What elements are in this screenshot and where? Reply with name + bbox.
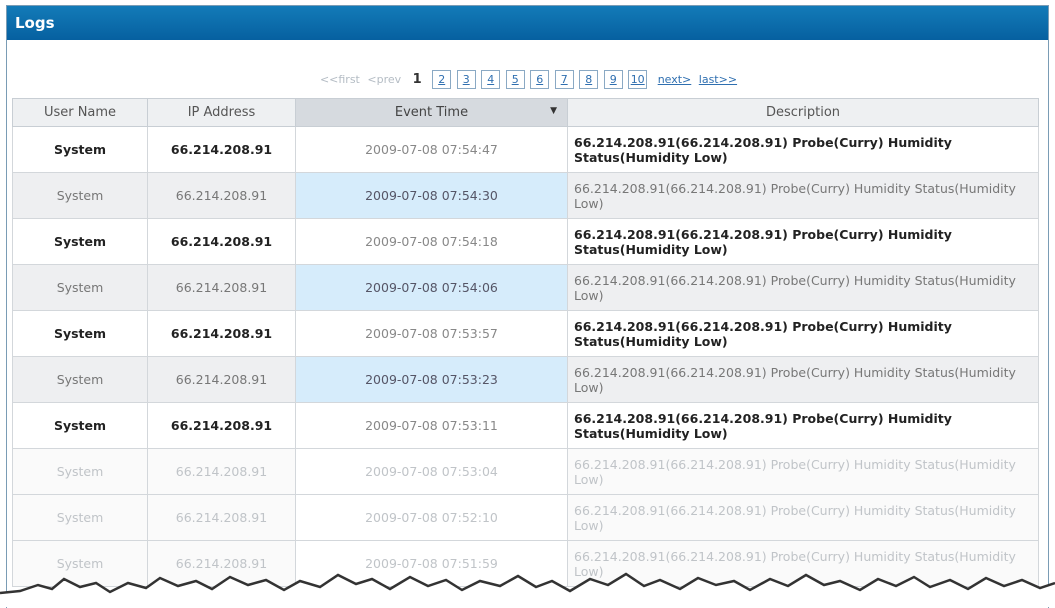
page-link[interactable]: 4 [481, 70, 501, 89]
column-header-label: Event Time [394, 105, 469, 120]
time-cell: 2009-07-08 07:53:04 [295, 448, 568, 495]
table-row[interactable]: System 66.214.208.91 2009-07-08 07:54:30… [12, 172, 1039, 219]
time-cell: 2009-07-08 07:54:47 [295, 126, 568, 173]
page-link[interactable]: 3 [456, 70, 476, 89]
prev-page-link[interactable]: <prev [367, 73, 401, 86]
table-row[interactable]: System 66.214.208.91 2009-07-08 07:53:57… [12, 310, 1039, 357]
user-cell: System [12, 310, 148, 357]
sort-desc-icon: ▼ [550, 106, 557, 116]
table-row[interactable]: System 66.214.208.91 2009-07-08 07:54:47… [12, 126, 1039, 173]
description-cell: 66.214.208.91(66.214.208.91) Probe(Curry… [567, 494, 1039, 541]
column-header-event-time[interactable]: Event Time ▼ [295, 98, 568, 127]
next-page-link[interactable]: next> [658, 73, 692, 86]
user-cell: System [12, 126, 148, 173]
ip-cell: 66.214.208.91 [147, 494, 296, 541]
current-page: 1 [412, 72, 422, 87]
logs-table: User Name IP Address Event Time ▼ Descrip… [12, 98, 1039, 587]
torn-edge-decoration [0, 572, 1055, 607]
ip-cell: 66.214.208.91 [147, 172, 296, 219]
table-row[interactable]: System 66.214.208.91 2009-07-08 07:52:10… [12, 494, 1039, 541]
page-link[interactable]: 9 [603, 70, 623, 89]
logs-panel: Logs <<first <prev 1 2 3 4 5 6 7 8 9 10 … [6, 5, 1049, 608]
description-cell: 66.214.208.91(66.214.208.91) Probe(Curry… [567, 264, 1039, 311]
column-header-description[interactable]: Description [567, 98, 1039, 127]
table-row[interactable]: System 66.214.208.91 2009-07-08 07:53:04… [12, 448, 1039, 495]
page-link[interactable]: 10 [628, 70, 648, 89]
page-link[interactable]: 2 [432, 70, 452, 89]
table-row[interactable]: System 66.214.208.91 2009-07-08 07:53:11… [12, 402, 1039, 449]
ip-cell: 66.214.208.91 [147, 218, 296, 265]
time-cell: 2009-07-08 07:53:23 [295, 356, 568, 403]
user-cell: System [12, 402, 148, 449]
column-header-user-name[interactable]: User Name [12, 98, 148, 127]
table-row[interactable]: System 66.214.208.91 2009-07-08 07:54:06… [12, 264, 1039, 311]
page-link[interactable]: 6 [530, 70, 550, 89]
page-link[interactable]: 5 [505, 70, 525, 89]
time-cell: 2009-07-08 07:52:10 [295, 494, 568, 541]
page-link[interactable]: 8 [579, 70, 599, 89]
ip-cell: 66.214.208.91 [147, 310, 296, 357]
first-page-link[interactable]: <<first [320, 73, 360, 86]
description-cell: 66.214.208.91(66.214.208.91) Probe(Curry… [567, 310, 1039, 357]
table-header-row: User Name IP Address Event Time ▼ Descrip… [12, 98, 1039, 127]
time-cell: 2009-07-08 07:54:06 [295, 264, 568, 311]
description-cell: 66.214.208.91(66.214.208.91) Probe(Curry… [567, 126, 1039, 173]
ip-cell: 66.214.208.91 [147, 402, 296, 449]
ip-cell: 66.214.208.91 [147, 126, 296, 173]
user-cell: System [12, 494, 148, 541]
column-header-ip-address[interactable]: IP Address [147, 98, 296, 127]
ip-cell: 66.214.208.91 [147, 448, 296, 495]
time-cell: 2009-07-08 07:54:30 [295, 172, 568, 219]
ip-cell: 66.214.208.91 [147, 356, 296, 403]
description-cell: 66.214.208.91(66.214.208.91) Probe(Curry… [567, 172, 1039, 219]
table-row[interactable]: System 66.214.208.91 2009-07-08 07:54:18… [12, 218, 1039, 265]
user-cell: System [12, 172, 148, 219]
page-link[interactable]: 7 [554, 70, 574, 89]
time-cell: 2009-07-08 07:53:11 [295, 402, 568, 449]
pagination: <<first <prev 1 2 3 4 5 6 7 8 9 10 next>… [7, 70, 1048, 89]
description-cell: 66.214.208.91(66.214.208.91) Probe(Curry… [567, 402, 1039, 449]
description-cell: 66.214.208.91(66.214.208.91) Probe(Curry… [567, 448, 1039, 495]
ip-cell: 66.214.208.91 [147, 264, 296, 311]
time-cell: 2009-07-08 07:53:57 [295, 310, 568, 357]
time-cell: 2009-07-08 07:54:18 [295, 218, 568, 265]
user-cell: System [12, 356, 148, 403]
panel-title: Logs [7, 6, 1048, 40]
user-cell: System [12, 448, 148, 495]
table-row[interactable]: System 66.214.208.91 2009-07-08 07:53:23… [12, 356, 1039, 403]
description-cell: 66.214.208.91(66.214.208.91) Probe(Curry… [567, 218, 1039, 265]
user-cell: System [12, 264, 148, 311]
last-page-link[interactable]: last>> [699, 73, 737, 86]
description-cell: 66.214.208.91(66.214.208.91) Probe(Curry… [567, 356, 1039, 403]
user-cell: System [12, 218, 148, 265]
